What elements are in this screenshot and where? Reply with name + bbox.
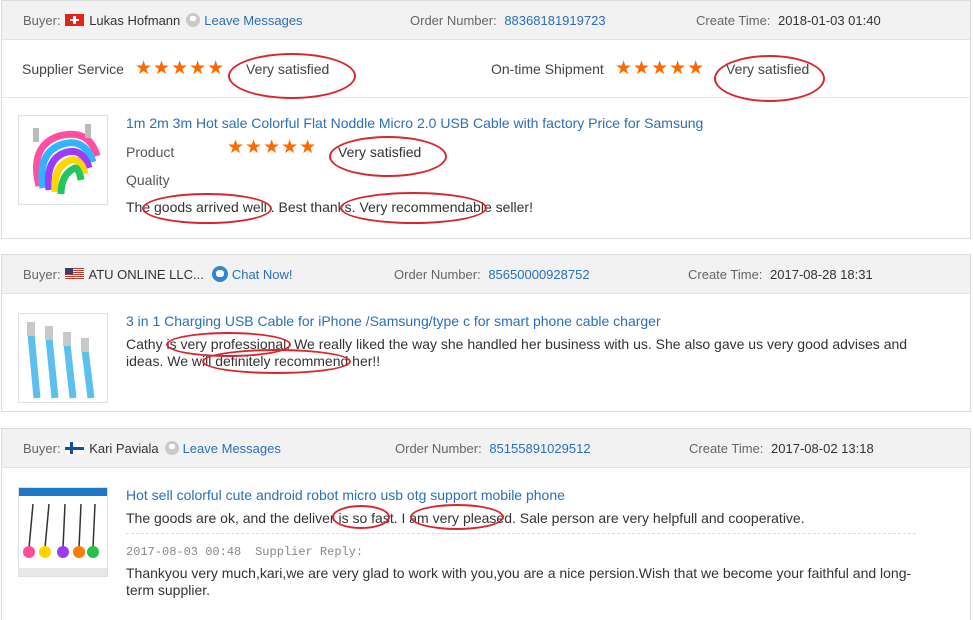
quality-label: Quality [126,172,170,188]
charging-cable-image [27,322,95,399]
create-time-label: Create Time: [688,267,763,282]
feedback-card: Buyer: Kari Paviala Leave Messages Order … [1,428,971,620]
flat-usb-cables-image [33,124,101,195]
create-time-label: Create Time: [696,13,771,28]
chat-icon[interactable] [211,266,228,282]
product-thumbnail[interactable] [18,313,108,403]
on-time-shipment-label: On-time Shipment [491,61,604,77]
product-title-link[interactable]: 1m 2m 3m Hot sale Colorful Flat Noddle M… [126,115,703,131]
finland-flag-icon [64,442,84,454]
buyer-name: Lukas Hofmann [89,13,181,28]
usa-flag-icon [64,268,84,280]
on-time-shipment-stars: ★★★★★ [615,58,706,79]
reply-time: 2017-08-03 00:48 [126,545,242,559]
buyer-comment-line-1: Cathy is very professional. We really li… [126,336,908,352]
order-number-link[interactable]: 88368181919723 [504,13,605,28]
supplier-reply-line-1: Thankyou very much,kari,we are very glad… [126,565,912,581]
order-number-link[interactable]: 85155891029512 [489,441,590,456]
message-icon[interactable] [164,441,179,455]
order-number-label: Order Number: [394,267,481,282]
feedback-header: Buyer: ATU ONLINE LLC... Chat Now! Order … [2,255,970,294]
android-otg-adapters-image [19,488,107,576]
product-thumbnail[interactable] [18,487,108,577]
buyer-comment: The goods are ok, and the deliver is so … [126,510,805,526]
product-quality-rating: Very satisfied [338,144,422,160]
buyer-label: Buyer: [23,267,61,282]
supplier-service-rating: Very satisfied [246,61,330,77]
create-time-value: 2018-01-03 01:40 [778,13,881,28]
order-number-label: Order Number: [410,13,497,28]
buyer-label: Buyer: [23,441,61,456]
supplier-service-label: Supplier Service [22,61,124,77]
product-thumbnail[interactable] [18,115,108,205]
supplier-ratings: Supplier Service ★★★★★ Very satisfied On… [2,40,970,98]
leave-messages-link[interactable]: Leave Messages [204,13,302,28]
create-time-label: Create Time: [689,441,764,456]
chat-now-link[interactable]: Chat Now! [232,267,293,282]
product-title-link[interactable]: Hot sell colorful cute android robot mic… [126,487,565,503]
buyer-comment: The goods arrived well . Best thanks. Ve… [126,199,533,215]
supplier-reply-label: Supplier Reply: [255,545,364,559]
product-quality-stars: ★★★★★ [227,137,318,158]
on-time-shipment-rating: Very satisfied [726,61,810,77]
switzerland-flag-icon [64,14,84,26]
create-time-value: 2017-08-28 18:31 [770,267,873,282]
order-number-label: Order Number: [395,441,482,456]
product-title-link[interactable]: 3 in 1 Charging USB Cable for iPhone /Sa… [126,313,661,329]
order-number-link[interactable]: 85650000928752 [488,267,589,282]
product-label: Product [126,144,175,160]
feedback-header: Buyer: Kari Paviala Leave Messages Order … [2,429,970,468]
reply-divider [126,533,916,534]
supplier-reply-line-2: term supplier. [126,582,211,598]
message-icon[interactable] [186,13,201,27]
supplier-service-stars: ★★★★★ [135,58,226,79]
feedback-header: Buyer: Lukas Hofmann Leave Messages Order… [2,1,970,40]
feedback-card: Buyer: Lukas Hofmann Leave Messages Order… [1,0,971,239]
create-time-value: 2017-08-02 13:18 [771,441,874,456]
buyer-comment-line-2: ideas. We will definitely recommend her!… [126,353,381,369]
feedback-card: Buyer: ATU ONLINE LLC... Chat Now! Order … [1,254,971,412]
leave-messages-link[interactable]: Leave Messages [183,441,281,456]
buyer-name: Kari Paviala [89,441,159,456]
buyer-name: ATU ONLINE LLC... [88,267,204,282]
buyer-label: Buyer: [23,13,61,28]
